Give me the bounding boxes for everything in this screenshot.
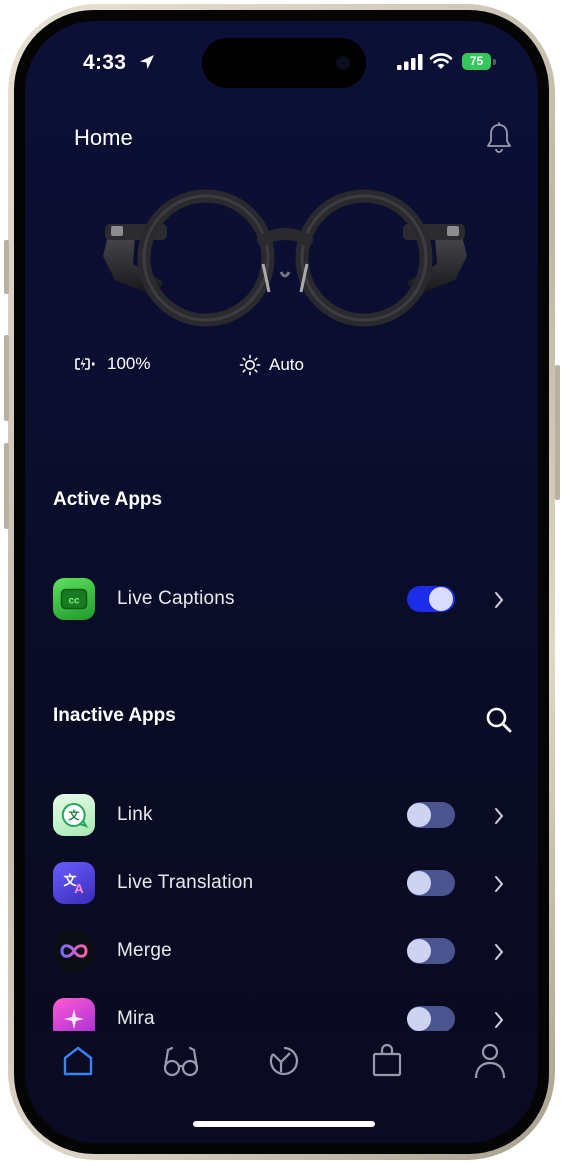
volume-down-button	[4, 443, 9, 529]
svg-text:文: 文	[69, 808, 81, 822]
brightness-status[interactable]: Auto	[239, 354, 304, 376]
tab-home[interactable]	[56, 1039, 100, 1083]
app-row-merge[interactable]: Merge	[53, 930, 513, 974]
toggle-knob	[407, 803, 431, 827]
action-button	[4, 240, 9, 294]
page-title: Home	[74, 125, 133, 150]
volume-up-button	[4, 335, 9, 421]
bag-icon	[372, 1044, 402, 1077]
brightness-sun-icon	[239, 354, 261, 376]
battery-tip	[493, 59, 496, 65]
sparkle-icon	[64, 1009, 84, 1029]
app-name: Mira	[117, 1008, 155, 1029]
link-app-icon: 文	[53, 794, 95, 836]
store-icon	[269, 1046, 299, 1076]
chat-translate-icon: 文	[61, 802, 89, 828]
toggle-knob	[407, 871, 431, 895]
mira-toggle[interactable]	[407, 1006, 455, 1032]
live-translation-app-icon: 文 A	[53, 862, 95, 904]
link-toggle[interactable]	[407, 802, 455, 828]
glasses-icon	[163, 1046, 199, 1077]
tab-store[interactable]	[262, 1039, 306, 1083]
search-icon[interactable]	[485, 706, 513, 734]
battery-charging-icon	[75, 358, 95, 370]
dynamic-island	[202, 38, 366, 88]
status-time: 4:33	[83, 51, 127, 74]
chevron-right-icon[interactable]	[493, 590, 505, 610]
home-icon	[63, 1046, 93, 1076]
toggle-knob	[407, 1007, 431, 1031]
infinity-icon	[60, 944, 88, 958]
merge-toggle[interactable]	[407, 938, 455, 964]
smart-glasses-image	[103, 189, 467, 327]
chevron-right-icon[interactable]	[493, 806, 505, 826]
cellular-signal-icon	[397, 54, 423, 70]
svg-text:cc: cc	[68, 596, 80, 607]
app-row-live-translation[interactable]: 文 A Live Translation	[53, 862, 513, 906]
bell-icon[interactable]	[485, 122, 513, 154]
front-camera	[336, 56, 350, 70]
live-captions-app-icon: cc	[53, 578, 95, 620]
tab-profile[interactable]	[468, 1039, 512, 1083]
chevron-right-icon[interactable]	[493, 1010, 505, 1030]
brightness-value: Auto	[269, 355, 304, 374]
toggle-knob	[407, 939, 431, 963]
screen: 4:33 75 Home 100% Auto Active Apps cc Li…	[25, 21, 538, 1143]
app-name: Live Captions	[117, 588, 235, 609]
toggle-knob	[429, 587, 453, 611]
chevron-right-icon[interactable]	[493, 874, 505, 894]
profile-icon	[474, 1043, 506, 1079]
glasses-battery-status: 100%	[73, 354, 150, 374]
live-translation-toggle[interactable]	[407, 870, 455, 896]
app-name: Live Translation	[117, 872, 254, 893]
live-captions-toggle[interactable]	[407, 586, 455, 612]
merge-app-icon	[53, 930, 95, 972]
wifi-icon	[429, 53, 453, 69]
home-indicator[interactable]	[193, 1121, 375, 1127]
active-apps-title: Active Apps	[53, 489, 163, 510]
translate-icon: 文 A	[63, 873, 84, 896]
chevron-right-icon[interactable]	[493, 942, 505, 962]
glasses-battery-value: 100%	[107, 354, 151, 373]
cc-icon: cc	[60, 588, 88, 610]
app-name: Merge	[117, 940, 172, 961]
svg-text:A: A	[74, 881, 84, 896]
app-row-live-captions[interactable]: cc Live Captions	[53, 578, 513, 622]
app-row-link[interactable]: 文 Link	[53, 794, 513, 838]
tab-shop[interactable]	[365, 1039, 409, 1083]
battery-indicator: 75	[462, 53, 491, 70]
location-arrow-icon	[140, 55, 154, 69]
tab-glasses[interactable]	[159, 1039, 203, 1083]
power-button	[555, 365, 560, 500]
inactive-apps-title: Inactive Apps	[53, 705, 176, 726]
app-name: Link	[117, 804, 153, 825]
